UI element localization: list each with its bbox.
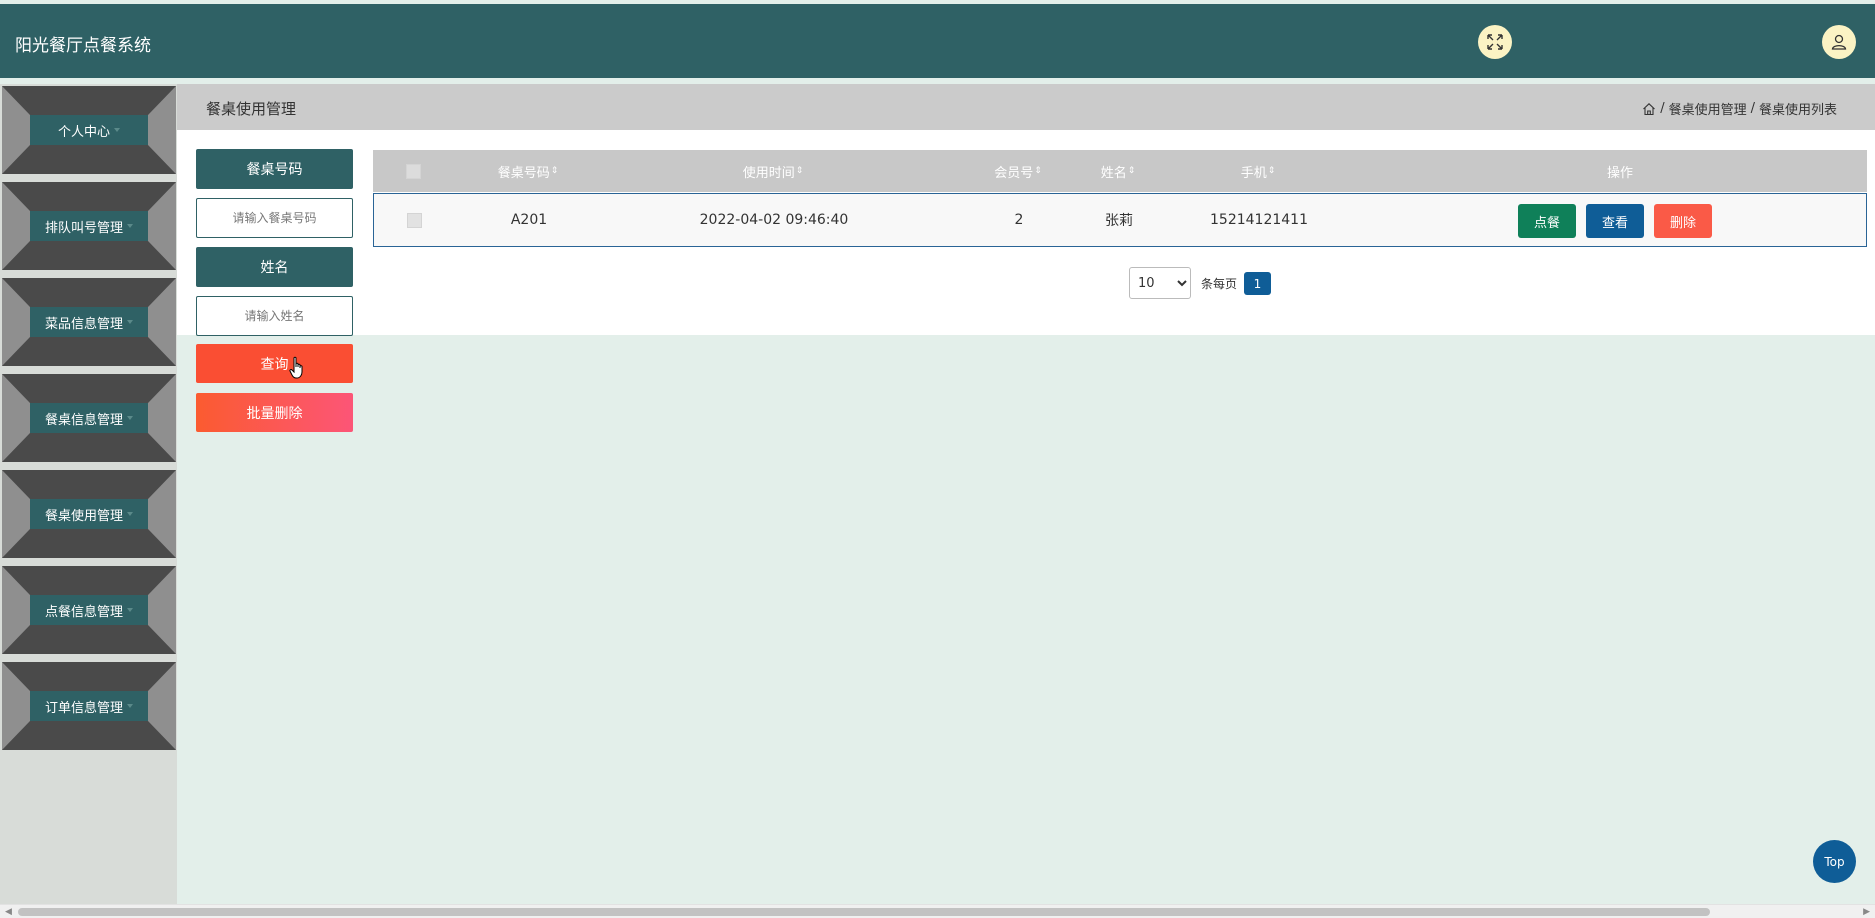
top-header: 阳光餐厅点餐系统 [0,4,1875,78]
scrollbar-thumb[interactable] [18,908,1710,916]
table-header: 餐桌号码 ⇕ 使用时间 ⇕ 会员号 ⇕ 姓名 ⇕ 手机 ⇕ 操作 [373,150,1867,192]
breadcrumb-separator: / [1660,101,1665,116]
name-input[interactable] [196,296,353,336]
column-header-use-time[interactable]: 使用时间 ⇕ [603,150,943,192]
column-header-name[interactable]: 姓名 ⇕ [1093,150,1143,192]
fullscreen-icon [1487,34,1503,50]
table-row[interactable]: A201 2022-04-02 09:46:40 2 张莉 1521412141… [373,193,1867,247]
sidebar-item-label-box: 菜品信息管理 [30,307,148,337]
chevron-down-icon [114,128,120,132]
table-no-input[interactable] [196,198,353,238]
breadcrumb-item-list: 餐桌使用列表 [1758,103,1837,118]
sidebar-item-label: 菜品信息管理 [44,316,123,332]
sidebar-item[interactable]: 排队叫号管理 [2,182,176,270]
table-no-label: 餐桌号码 [196,149,353,189]
view-button[interactable]: 查看 [1586,204,1644,238]
per-page-label: 条每页 [1201,277,1238,291]
horizontal-scrollbar[interactable]: ◀ ▶ [0,904,1875,918]
cell-member-no: 2 [1014,212,1024,228]
row-checkbox[interactable] [406,212,422,228]
breadcrumb-item-manage[interactable]: 餐桌使用管理 [1669,99,1747,118]
app-title: 阳光餐厅点餐系统 [15,36,151,56]
select-all-checkbox[interactable] [405,163,421,179]
hand-cursor-icon [289,356,303,379]
sidebar-item-label-box: 点餐信息管理 [30,595,148,625]
delete-button[interactable]: 删除 [1654,204,1712,238]
sidebar-item[interactable]: 餐桌使用管理 [2,470,176,558]
breadcrumb: / 餐桌使用管理 / 餐桌使用列表 [1642,99,1837,118]
sidebar-item[interactable]: 餐桌信息管理 [2,374,176,462]
home-icon[interactable] [1642,102,1656,116]
cell-name: 张莉 [1105,213,1133,229]
batch-delete-button[interactable]: 批量删除 [196,393,353,432]
query-button[interactable]: 查询 [196,344,353,383]
chevron-down-icon [127,320,133,324]
chevron-down-icon [127,608,133,612]
column-header-actions: 操作 [1606,165,1633,181]
sidebar-item-label-box: 餐桌使用管理 [30,499,148,529]
page-title: 餐桌使用管理 [206,100,297,118]
order-button[interactable]: 点餐 [1518,204,1576,238]
sidebar-item-label: 个人中心 [57,124,110,140]
sidebar-item-label-box: 排队叫号管理 [30,211,148,241]
sidebar-item[interactable]: 菜品信息管理 [2,278,176,366]
back-to-top-button[interactable]: Top [1813,840,1856,883]
user-icon [1831,34,1847,50]
breadcrumb-separator: / [1750,101,1755,116]
sidebar-item-label: 排队叫号管理 [44,220,123,236]
page-size-select[interactable]: 10 [1129,267,1191,299]
column-header-table-no[interactable]: 餐桌号码 ⇕ [453,150,603,192]
column-header-member-no[interactable]: 会员号 ⇕ [943,150,1093,192]
sidebar-item-label: 餐桌使用管理 [44,508,123,524]
user-menu-button[interactable] [1822,25,1856,59]
chevron-down-icon [127,512,133,516]
sort-icon: ⇕ [1267,165,1276,176]
sidebar-item-label-box: 个人中心 [30,115,148,145]
sidebar-item-label: 订单信息管理 [44,700,123,716]
select-all-cell [373,150,453,192]
sidebar-item-label-box: 餐桌信息管理 [30,403,148,433]
column-header-phone[interactable]: 手机 ⇕ [1143,150,1373,192]
sidebar-item-label-box: 订单信息管理 [30,691,148,721]
sidebar-item[interactable]: 个人中心 [2,86,176,174]
chevron-down-icon [127,224,133,228]
name-label: 姓名 [196,247,353,287]
fullscreen-button[interactable] [1478,25,1512,59]
page-number-button[interactable]: 1 [1244,272,1271,295]
sort-icon: ⇕ [795,165,804,176]
cell-table-no: A201 [510,212,548,228]
sidebar-item-label: 餐桌信息管理 [44,412,123,428]
sort-icon: ⇕ [550,165,559,176]
sidebar-item[interactable]: 订单信息管理 [2,662,176,750]
breadcrumb-bar: 餐桌使用管理 / 餐桌使用管理 / 餐桌使用列表 [177,84,1875,130]
sort-icon: ⇕ [1127,165,1136,176]
sort-icon: ⇕ [1034,165,1042,176]
row-select-cell [374,194,454,246]
cell-phone: 15214121411 [1210,212,1308,228]
sidebar-item[interactable]: 点餐信息管理 [2,566,176,654]
sidebar-item-label: 点餐信息管理 [44,604,123,620]
chevron-down-icon [127,704,133,708]
cell-use-time: 2022-04-02 09:46:40 [699,212,849,228]
scroll-left-icon[interactable]: ◀ [5,907,12,917]
chevron-down-icon [127,416,133,420]
scroll-right-icon[interactable]: ▶ [1863,907,1870,917]
